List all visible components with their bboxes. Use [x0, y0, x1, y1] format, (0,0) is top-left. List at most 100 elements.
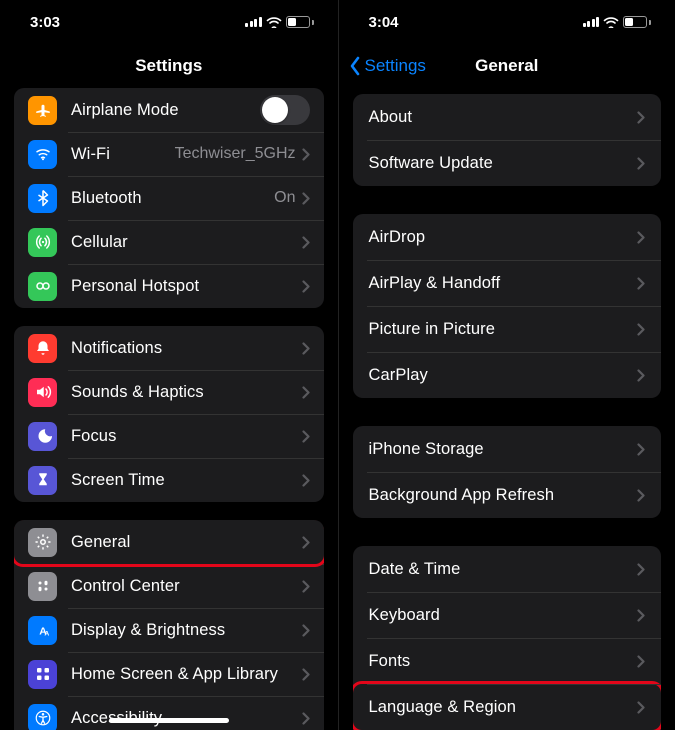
settings-group: Date & Time Keyboard Fonts Language & Regio…: [353, 546, 662, 730]
row-label: Notifications: [71, 339, 302, 358]
back-button[interactable]: Settings: [349, 44, 426, 88]
settings-row-carplay[interactable]: CarPlay: [353, 352, 662, 398]
wifi-icon: [603, 16, 619, 28]
screentime-icon: [28, 466, 57, 495]
settings-row-software-update[interactable]: Software Update: [353, 140, 662, 186]
row-detail: Techwiser_5GHz: [175, 145, 296, 163]
status-indicators: 38: [583, 16, 652, 28]
row-label: Fonts: [369, 652, 638, 671]
settings-group: Notifications Sounds & Haptics Focus Screen…: [14, 326, 324, 502]
settings-row-iphone-storage[interactable]: iPhone Storage: [353, 426, 662, 472]
cellular-signal-icon: [583, 17, 600, 27]
chevron-right-icon: [637, 277, 645, 290]
chevron-right-icon: [637, 443, 645, 456]
row-label: Language & Region: [369, 698, 638, 717]
chevron-right-icon: [637, 655, 645, 668]
settings-row-notifications[interactable]: Notifications: [14, 326, 324, 370]
settings-row-wi-fi[interactable]: Wi-FiTechwiser_5GHz: [14, 132, 324, 176]
settings-row-airdrop[interactable]: AirDrop: [353, 214, 662, 260]
settings-screen: 3:03 38 Settings Airplane ModeWi-FiTechw…: [0, 0, 338, 730]
chevron-right-icon: [637, 609, 645, 622]
settings-group: About Software Update: [353, 94, 662, 186]
cellular-icon: [28, 228, 57, 257]
settings-row-date-time[interactable]: Date & Time: [353, 546, 662, 592]
wifi-icon: [28, 140, 57, 169]
settings-row-display-brightness[interactable]: AADisplay & Brightness: [14, 608, 324, 652]
row-label: Home Screen & App Library: [71, 665, 302, 684]
back-label: Settings: [365, 56, 426, 76]
row-label: About: [369, 108, 638, 127]
row-label: Sounds & Haptics: [71, 383, 302, 402]
settings-row-picture-in-picture[interactable]: Picture in Picture: [353, 306, 662, 352]
airplane-icon: [28, 96, 57, 125]
chevron-right-icon: [637, 157, 645, 170]
settings-row-cellular[interactable]: Cellular: [14, 220, 324, 264]
chevron-right-icon: [302, 386, 310, 399]
settings-row-accessibility[interactable]: Accessibility: [14, 696, 324, 730]
display-icon: AA: [28, 616, 57, 645]
settings-row-about[interactable]: About: [353, 94, 662, 140]
settings-row-keyboard[interactable]: Keyboard: [353, 592, 662, 638]
row-label: Cellular: [71, 233, 302, 252]
row-label: Control Center: [71, 577, 302, 596]
status-indicators: 38: [245, 16, 314, 28]
chevron-right-icon: [302, 474, 310, 487]
status-time: 3:03: [30, 14, 60, 31]
row-label: Picture in Picture: [369, 320, 638, 339]
general-screen: 3:04 38 Settings General About Software U…: [338, 0, 675, 730]
home-indicator[interactable]: [109, 718, 229, 723]
chevron-right-icon: [302, 536, 310, 549]
settings-row-control-center[interactable]: Control Center: [14, 564, 324, 608]
chevron-right-icon: [302, 712, 310, 725]
status-bar: 3:03 38: [0, 0, 338, 44]
focus-icon: [28, 422, 57, 451]
chevron-right-icon: [302, 668, 310, 681]
settings-group: Airplane ModeWi-FiTechwiser_5GHzBluetoot…: [14, 88, 324, 308]
settings-row-personal-hotspot[interactable]: Personal Hotspot: [14, 264, 324, 308]
cellular-signal-icon: [245, 17, 262, 27]
chevron-right-icon: [302, 192, 310, 205]
row-label: CarPlay: [369, 366, 638, 385]
battery-indicator: 38: [623, 16, 651, 28]
settings-row-airplay-handoff[interactable]: AirPlay & Handoff: [353, 260, 662, 306]
battery-indicator: 38: [286, 16, 314, 28]
row-label: Personal Hotspot: [71, 277, 302, 296]
row-label: Screen Time: [71, 471, 302, 490]
settings-row-focus[interactable]: Focus: [14, 414, 324, 458]
row-label: Keyboard: [369, 606, 638, 625]
settings-row-fonts[interactable]: Fonts: [353, 638, 662, 684]
toggle-switch[interactable]: [260, 95, 310, 125]
nav-header: Settings General: [339, 44, 675, 88]
chevron-right-icon: [302, 148, 310, 161]
status-bar: 3:04 38: [339, 0, 675, 44]
chevron-right-icon: [637, 111, 645, 124]
svg-text:A: A: [44, 630, 49, 637]
settings-row-background-app-refresh[interactable]: Background App Refresh: [353, 472, 662, 518]
row-label: AirPlay & Handoff: [369, 274, 638, 293]
row-label: AirDrop: [369, 228, 638, 247]
bluetooth-icon: [28, 184, 57, 213]
row-label: Date & Time: [369, 560, 638, 579]
chevron-right-icon: [302, 236, 310, 249]
hotspot-icon: [28, 272, 57, 301]
chevron-right-icon: [637, 701, 645, 714]
chevron-right-icon: [637, 323, 645, 336]
settings-row-airplane-mode[interactable]: Airplane Mode: [14, 88, 324, 132]
chevron-back-icon: [349, 56, 361, 76]
settings-row-screen-time[interactable]: Screen Time: [14, 458, 324, 502]
row-label: iPhone Storage: [369, 440, 638, 459]
chevron-right-icon: [302, 430, 310, 443]
chevron-right-icon: [637, 369, 645, 382]
settings-group: General Control Center AADisplay & Brightn…: [14, 520, 324, 730]
settings-row-sounds-haptics[interactable]: Sounds & Haptics: [14, 370, 324, 414]
settings-row-general[interactable]: General: [14, 520, 324, 564]
chevron-right-icon: [637, 563, 645, 576]
settings-row-language-region[interactable]: Language & Region: [353, 684, 662, 730]
chevron-right-icon: [302, 280, 310, 293]
sounds-icon: [28, 378, 57, 407]
wifi-icon: [266, 16, 282, 28]
settings-row-bluetooth[interactable]: BluetoothOn: [14, 176, 324, 220]
controlcenter-icon: [28, 572, 57, 601]
settings-row-home-screen-app-library[interactable]: Home Screen & App Library: [14, 652, 324, 696]
row-detail: On: [274, 189, 295, 207]
